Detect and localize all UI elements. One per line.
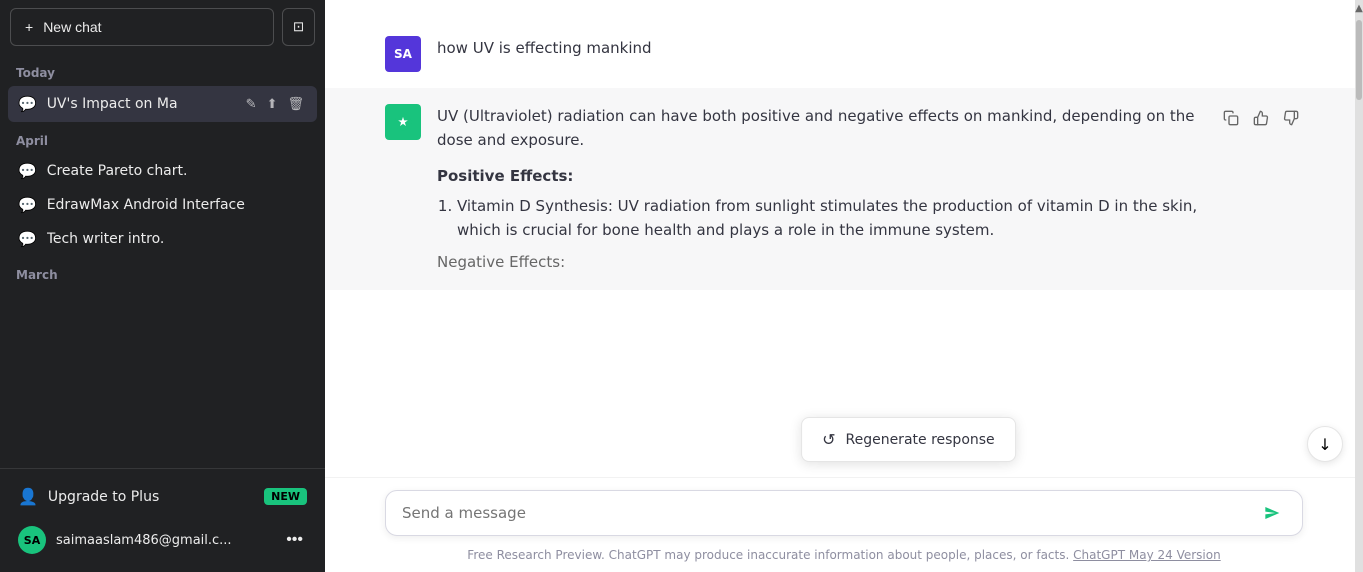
scroll-down-icon: ↓ [1318,435,1331,454]
chat-list: Today 💬 UV's Impact on Ma ✎ ⬆ 🗑 April 💬 … [0,54,325,468]
positive-effects-heading: Positive Effects: [437,164,1203,188]
message-actions [1219,106,1303,133]
user-message-text: how UV is effecting mankind [437,39,652,57]
chat-item-tech-writer[interactable]: 💬 Tech writer intro. [8,222,317,256]
chat-bubble-icon: 💬 [18,162,37,180]
chat-item-label: EdrawMax Android Interface [47,197,307,213]
input-area [325,477,1363,542]
new-badge: NEW [264,488,307,505]
user-message-row: SA how UV is effecting mankind [325,20,1363,88]
sidebar-bottom: 👤 Upgrade to Plus NEW SA saimaaslam486@g… [0,468,325,572]
sidebar: + New chat ⊡ Today 💬 UV's Impact on Ma ✎… [0,0,325,572]
delete-chat-button[interactable]: 🗑 [284,94,307,114]
upgrade-to-plus-item[interactable]: 👤 Upgrade to Plus NEW [8,477,317,516]
input-box [385,490,1303,536]
chat-area: SA how UV is effecting mankind UV (Ultra… [325,0,1363,477]
chat-item-label: Tech writer intro. [47,231,307,247]
right-scrollbar[interactable]: ▲ [1355,0,1363,572]
positive-effects-list: Vitamin D Synthesis: UV radiation from s… [437,194,1203,242]
upgrade-icon: 👤 [18,487,38,506]
send-button[interactable] [1258,501,1286,525]
user-avatar: SA [18,526,46,554]
main-content: SA how UV is effecting mankind UV (Ultra… [325,0,1363,572]
chat-bubble-icon: 💬 [18,230,37,248]
regenerate-icon: ↺ [822,430,835,449]
user-menu-button[interactable]: ••• [282,529,307,551]
chat-item-uv-impact[interactable]: 💬 UV's Impact on Ma ✎ ⬆ 🗑 [8,86,317,122]
scroll-down-button[interactable]: ↓ [1307,426,1343,462]
new-chat-label: New chat [43,19,101,35]
sidebar-header: + New chat ⊡ [0,0,325,54]
thumbs-up-button[interactable] [1249,106,1273,133]
upgrade-label: Upgrade to Plus [48,489,159,505]
chat-item-edrawmax[interactable]: 💬 EdrawMax Android Interface [8,188,317,222]
gpt-avatar [385,104,421,140]
copy-message-button[interactable] [1219,106,1243,133]
assistant-message-content: UV (Ultraviolet) radiation can have both… [437,104,1203,274]
chat-bubble-icon: 💬 [18,196,37,214]
chat-item-label: UV's Impact on Ma [47,96,233,112]
user-avatar: SA [385,36,421,72]
plus-icon: + [25,19,33,35]
user-account-item[interactable]: SA saimaaslam486@gmail.c... ••• [8,516,317,564]
positive-effect-item-1: Vitamin D Synthesis: UV radiation from s… [457,194,1203,242]
section-label-april: April [8,122,317,154]
footer-disclaimer: Free Research Preview. ChatGPT may produ… [467,548,1069,562]
footer-link[interactable]: ChatGPT May 24 Version [1073,548,1221,562]
thumbs-down-button[interactable] [1279,106,1303,133]
chat-item-pareto[interactable]: 💬 Create Pareto chart. [8,154,317,188]
footer-text: Free Research Preview. ChatGPT may produ… [325,542,1363,572]
chat-item-label: Create Pareto chart. [47,163,307,179]
scroll-thumb[interactable] [1356,20,1362,100]
user-email: saimaaslam486@gmail.c... [56,533,272,548]
response-intro: UV (Ultraviolet) radiation can have both… [437,104,1203,152]
share-chat-button[interactable]: ⬆ [264,94,281,114]
section-label-march: March [8,256,317,288]
negative-effects-heading: Negative Effects: [437,250,1203,274]
chat-item-actions: ✎ ⬆ 🗑 [243,94,307,114]
section-label-today: Today [8,54,317,86]
message-input[interactable] [402,504,1258,522]
edit-chat-button[interactable]: ✎ [243,94,260,114]
scroll-up-arrow[interactable]: ▲ [1355,0,1363,16]
sidebar-toggle-button[interactable]: ⊡ [282,8,315,46]
assistant-message-row: UV (Ultraviolet) radiation can have both… [325,88,1363,290]
user-message-content: how UV is effecting mankind [437,36,1303,60]
regenerate-popup[interactable]: ↺ Regenerate response [801,417,1016,462]
new-chat-button[interactable]: + New chat [10,8,274,46]
toggle-icon: ⊡ [293,19,304,35]
regenerate-label: Regenerate response [845,432,994,448]
chat-bubble-icon: 💬 [18,95,37,113]
